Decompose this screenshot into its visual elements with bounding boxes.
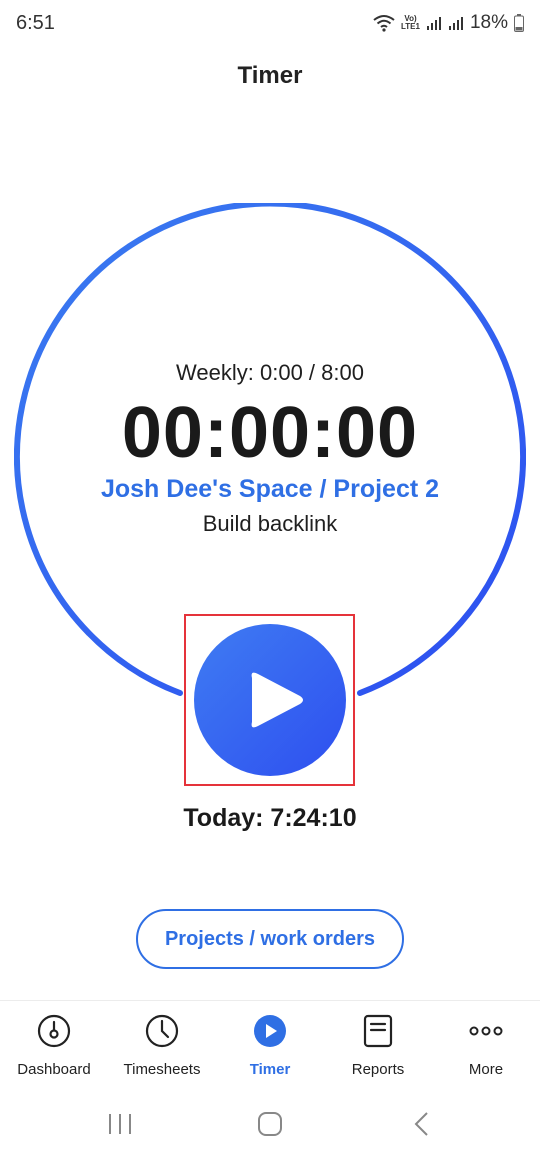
project-link[interactable]: Josh Dee's Space / Project 2: [0, 475, 540, 504]
timer-clock: 00:00:00: [121, 393, 419, 473]
battery-percent: 18%: [469, 12, 508, 33]
signal-icon: [426, 17, 441, 30]
nav-label-timer: Timer: [249, 1061, 291, 1078]
report-icon: [363, 1014, 393, 1048]
status-bar: 6:51 Vo) LTE1 18%: [0, 0, 540, 48]
system-nav-bar: [0, 1090, 540, 1158]
page-title: Timer: [237, 62, 303, 89]
weekly-progress: Weekly: 0:00 / 8:00: [176, 360, 364, 385]
play-icon: [251, 672, 303, 728]
nav-item-more[interactable]: More: [432, 1001, 540, 1087]
dashboard-icon: [37, 1014, 71, 1048]
bottom-nav: Dashboard Timesheets Timer Reports More: [0, 1000, 540, 1086]
nav-label-dashboard: Dashboard: [17, 1061, 91, 1078]
recent-apps-icon[interactable]: [106, 1112, 134, 1136]
back-icon[interactable]: [410, 1111, 434, 1137]
nav-label-more: More: [468, 1061, 504, 1078]
battery-icon: [514, 14, 524, 32]
today-total: Today: 7:24:10: [183, 804, 357, 832]
nav-label-reports: Reports: [351, 1061, 405, 1078]
network-type-label: Vo) LTE1: [401, 14, 420, 31]
nav-label-timesheets: Timesheets: [123, 1061, 201, 1078]
task-label: Build backlink: [202, 511, 338, 536]
status-icons: Vo) LTE1 18%: [373, 12, 524, 34]
play-circle-icon: [254, 1015, 286, 1047]
status-time: 6:51: [16, 12, 55, 34]
nav-item-timer[interactable]: Timer: [216, 1001, 324, 1087]
signal-icon-2: [448, 17, 463, 30]
clock-icon: [145, 1014, 179, 1048]
play-button[interactable]: [194, 624, 346, 776]
projects-work-orders-button[interactable]: Projects / work orders: [136, 909, 404, 969]
nav-item-reports[interactable]: Reports: [324, 1001, 432, 1087]
nav-item-dashboard[interactable]: Dashboard: [0, 1001, 108, 1087]
nav-item-timesheets[interactable]: Timesheets: [108, 1001, 216, 1087]
wifi-icon: [373, 15, 395, 32]
home-icon[interactable]: [257, 1111, 283, 1137]
more-icon: [469, 1026, 503, 1036]
